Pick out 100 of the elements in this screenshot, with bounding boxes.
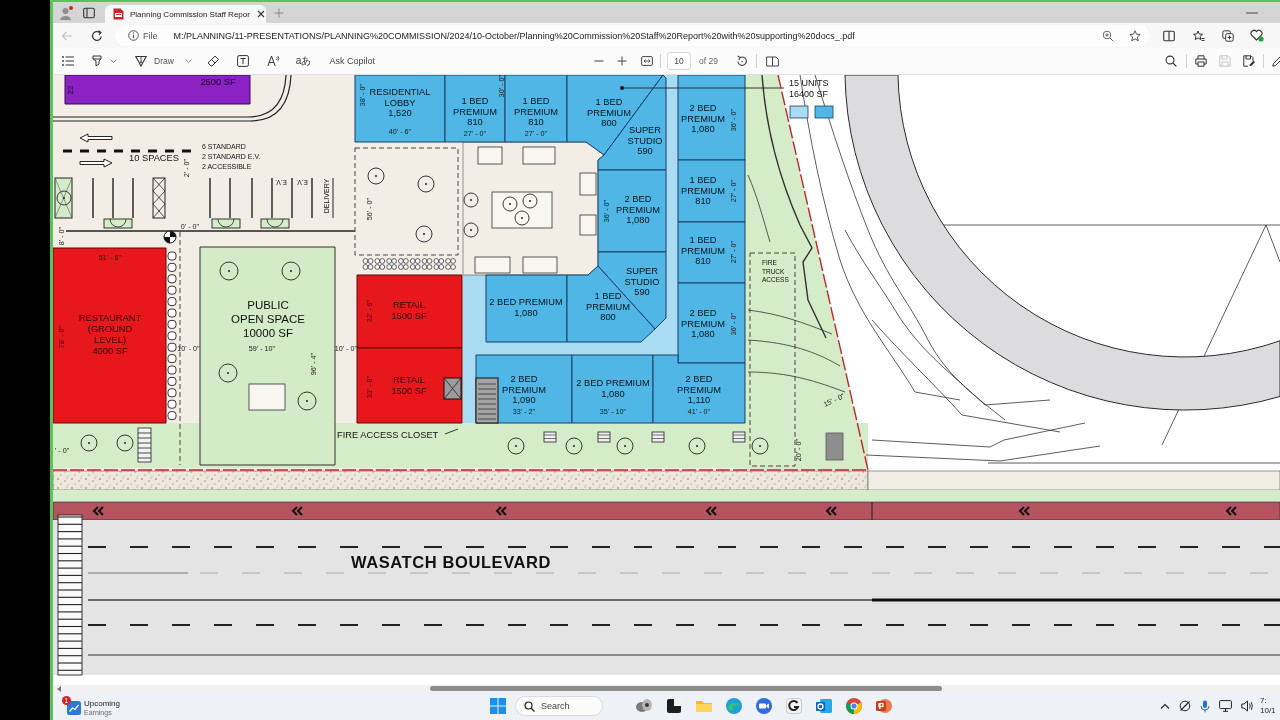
tree-symbol <box>463 222 479 238</box>
unit-label: SUPER STUDIO 590 <box>627 125 663 156</box>
tree-symbol <box>751 437 769 455</box>
lobby-label: RESIDENTIAL LOBBY 1,520 <box>369 87 431 118</box>
star-icon[interactable] <box>1129 29 1141 42</box>
tree-symbol <box>56 190 72 206</box>
hatched-planter <box>54 177 73 219</box>
scrollbar-thumb[interactable] <box>430 686 942 691</box>
ask-copilot-button[interactable]: Ask Copilot <box>329 56 375 66</box>
draw-button[interactable]: Draw <box>135 55 192 67</box>
browser-tab[interactable]: Planning Commission Staff Repor <box>105 5 266 23</box>
eraser-icon[interactable] <box>206 55 219 67</box>
leader-line <box>444 428 459 435</box>
contents-icon[interactable] <box>62 56 74 66</box>
save-as-icon[interactable] <box>1243 55 1255 67</box>
unit-block <box>677 159 746 223</box>
datum-marker-icon <box>163 230 177 244</box>
fit-width-icon[interactable] <box>641 56 653 66</box>
browser-icon[interactable] <box>725 697 743 715</box>
open-space-label: PUBLIC OPEN SPACE 10000 SF <box>231 299 305 339</box>
app-icon[interactable] <box>785 697 803 715</box>
heart-icon[interactable] <box>1250 29 1264 42</box>
bike-rack-symbol <box>137 427 152 463</box>
print-icon[interactable] <box>1195 55 1207 67</box>
double-chevron-icon <box>825 506 837 516</box>
bench-symbol <box>651 431 665 443</box>
split-screen-icon[interactable] <box>1163 29 1175 42</box>
microphone-icon[interactable] <box>1200 699 1210 713</box>
unit-label: 1 BED PREMIUM 810 <box>681 175 725 206</box>
search-field[interactable]: Search <box>515 696 603 716</box>
site-info-button[interactable]: File <box>123 27 163 44</box>
caret-icon <box>184 59 192 63</box>
unit-label: 1 BED PREMIUM 810 <box>514 96 558 127</box>
display-icon[interactable] <box>1219 700 1232 712</box>
restaurant-label: RESTAURANT (GROUND LEVEL) 4000 SF <box>78 313 142 356</box>
double-chevron-icon <box>705 506 717 516</box>
address-bar[interactable]: File M:/PLANNING/11-PRESENTATIONS/PLANNING%20COMMISSION/2024/10-October/Planning%20Commission%20Staff%20Report%20with%20supporting%20docs_.pdf <box>115 25 1150 46</box>
tree-symbol <box>514 210 530 226</box>
tree-symbol <box>116 434 134 452</box>
page-view-icon[interactable] <box>765 55 779 67</box>
double-chevron-icon <box>1018 506 1030 516</box>
planter-box <box>474 256 511 274</box>
unit-block <box>444 75 506 143</box>
read-aloud-icon[interactable] <box>266 55 280 67</box>
planter-box <box>477 146 503 165</box>
unit-label: 1 BED PREMIUM 800 <box>587 97 631 128</box>
collections-icon[interactable] <box>1222 29 1234 42</box>
building-label: 2500 SF <box>200 77 236 87</box>
unit-label: 2 BED PREMIUM 1,080 <box>681 103 725 134</box>
caret-icon[interactable] <box>110 59 117 63</box>
tree-symbol <box>219 261 239 281</box>
tree-symbol <box>297 391 317 411</box>
scroll-left-icon[interactable] <box>57 685 61 692</box>
clock-button[interactable]: 7: 10/1 <box>1260 696 1280 716</box>
text-box-icon[interactable] <box>236 55 249 67</box>
unit-block <box>677 221 746 284</box>
close-icon[interactable] <box>255 9 266 19</box>
favorites-icon[interactable] <box>1193 29 1205 42</box>
profile-icon[interactable] <box>59 5 73 20</box>
tree-symbol <box>417 175 435 193</box>
refresh-icon[interactable] <box>91 29 103 42</box>
zoom-icon[interactable] <box>1102 29 1114 42</box>
unit-label: 2 BED PREMIUM 1,080 <box>576 378 650 399</box>
double-chevron-icon <box>92 506 104 516</box>
planter-box <box>579 172 597 196</box>
unit-label: 1 BED PREMIUM 810 <box>453 96 497 127</box>
network-off-icon[interactable] <box>1179 700 1191 712</box>
unit-label: 1 BED PREMIUM 810 <box>681 235 725 266</box>
tree-symbol <box>463 192 479 208</box>
planter-box <box>522 256 558 274</box>
translate-button[interactable]: aあ <box>295 54 312 68</box>
app-icon[interactable] <box>635 697 653 715</box>
plan-note: 10 SPACES <box>129 153 179 163</box>
tree-symbol <box>507 437 525 455</box>
bench-symbol <box>543 431 557 443</box>
tree-symbol <box>218 363 238 383</box>
sidebar-icon[interactable] <box>83 6 95 19</box>
unit-label: 2 BED PREMIUM 1,090 <box>502 374 546 405</box>
pen-icon[interactable] <box>1272 55 1280 67</box>
speaker-icon[interactable] <box>1241 700 1254 712</box>
search-icon[interactable] <box>1165 55 1177 67</box>
rotate-icon[interactable] <box>735 55 748 67</box>
direction-arrow <box>79 158 113 168</box>
stair-symbol <box>475 377 499 424</box>
unit-label: 2 BED PREMIUM 1,080 <box>681 308 725 339</box>
retail-label: RETAIL 1500 SF <box>391 300 427 321</box>
page-count-label: of 29 <box>699 56 718 66</box>
planter-box <box>579 214 597 236</box>
tree-symbol <box>281 261 301 281</box>
zoom-in-icon[interactable] <box>617 56 627 66</box>
chevron-up-icon[interactable] <box>1160 703 1170 709</box>
highlighter-icon[interactable] <box>91 55 103 67</box>
app-icon[interactable] <box>665 697 683 715</box>
double-chevron-icon <box>495 506 507 516</box>
search-icon <box>524 700 535 712</box>
elevator-symbol <box>443 377 462 400</box>
page-number-field[interactable]: 10 <box>667 52 691 70</box>
tree-symbol <box>415 225 433 243</box>
tree-symbol <box>565 437 583 455</box>
tree-symbol <box>616 437 634 455</box>
